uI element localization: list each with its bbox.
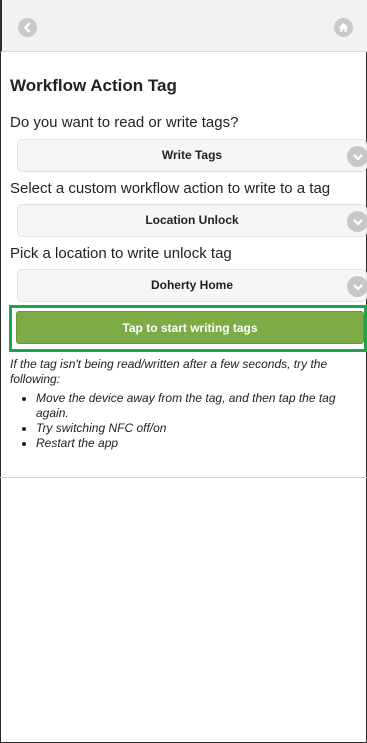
help-tips-list: Move the device away from the tag, and t… [10, 391, 355, 451]
location-label: Pick a location to write unlock tag [10, 245, 232, 262]
mode-label: Do you want to read or write tags? [10, 114, 239, 131]
mode-select[interactable]: Write Tags [17, 139, 367, 172]
location-select-value: Doherty Home [150, 278, 233, 292]
help-intro: If the tag isn't being read/written afte… [10, 357, 328, 386]
chevron-down-icon [347, 276, 367, 297]
top-bar [0, 0, 367, 52]
help-text: If the tag isn't being read/written afte… [10, 357, 355, 451]
home-icon [338, 22, 349, 32]
chevron-down-icon [347, 211, 367, 232]
action-select[interactable]: Location Unlock [17, 204, 367, 237]
mode-select-value: Write Tags [161, 148, 223, 162]
action-select-value: Location Unlock [145, 213, 239, 227]
help-tip: Move the device away from the tag, and t… [36, 391, 355, 421]
start-button-highlight: Tap to start writing tags [9, 305, 367, 352]
home-button[interactable] [334, 18, 353, 37]
start-writing-button[interactable]: Tap to start writing tags [16, 311, 364, 344]
page-title: Workflow Action Tag [10, 76, 177, 95]
help-tip: Restart the app [36, 436, 355, 451]
help-tip: Try switching NFC off/on [36, 421, 355, 436]
divider [0, 477, 367, 478]
chevron-left-icon [24, 22, 31, 33]
location-select[interactable]: Doherty Home [17, 269, 367, 302]
action-label: Select a custom workflow action to write… [10, 180, 331, 197]
back-button[interactable] [18, 18, 37, 37]
chevron-down-icon [347, 146, 367, 167]
